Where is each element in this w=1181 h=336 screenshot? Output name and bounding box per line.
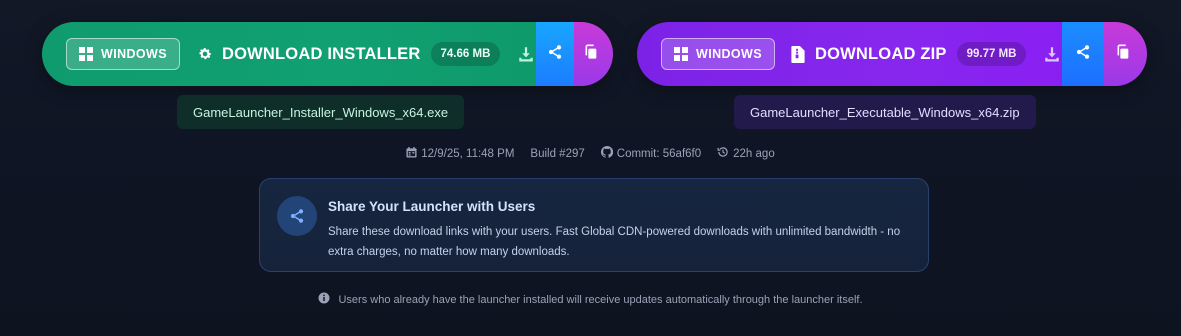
build-number: Build #297 <box>530 146 584 161</box>
share-installer-link-button[interactable] <box>536 22 574 86</box>
history-icon <box>717 146 729 161</box>
copy-installer-link-button[interactable] <box>573 22 613 86</box>
download-zip-label: DOWNLOAD ZIP <box>814 44 947 63</box>
build-meta: 12/9/25, 11:48 PM Build #297 Commit: 56a… <box>0 145 1181 161</box>
auto-update-note: Users who already have the launcher inst… <box>0 292 1181 307</box>
calendar-icon <box>406 146 417 161</box>
copy-icon <box>1115 44 1131 65</box>
share-icon <box>1075 44 1091 65</box>
zip-download-group: WINDOWS DOWNLOAD ZIP 99.77 MB <box>637 22 1147 86</box>
download-installer-button[interactable]: WINDOWS DOWNLOAD INSTALLER 74.66 MB <box>42 22 537 86</box>
installer-filename: GameLauncher_Installer_Windows_x64.exe <box>177 95 465 129</box>
build-age: 22h ago <box>717 146 775 161</box>
build-age-text: 22h ago <box>733 147 775 160</box>
zip-file-icon <box>789 45 807 63</box>
copy-icon <box>583 44 599 65</box>
share-icon <box>547 44 563 65</box>
zip-filename: GameLauncher_Executable_Windows_x64.zip <box>734 95 1036 129</box>
gear-icon <box>196 45 214 63</box>
commit-hash-text: Commit: 56af6f0 <box>616 147 702 160</box>
download-zip-button[interactable]: WINDOWS DOWNLOAD ZIP 99.77 MB <box>637 22 1063 86</box>
build-number-text: Build #297 <box>530 147 585 160</box>
copy-zip-link-button[interactable] <box>1103 22 1147 86</box>
download-icon <box>516 44 536 64</box>
info-icon <box>318 292 330 307</box>
windows-icon <box>674 47 688 61</box>
github-icon <box>600 145 613 161</box>
windows-icon <box>79 47 93 61</box>
zip-size-badge: 99.77 MB <box>956 42 1027 66</box>
build-date-text: 12/9/25, 11:48 PM <box>421 147 515 160</box>
platform-badge-windows: WINDOWS <box>661 38 775 70</box>
installer-download-group: WINDOWS DOWNLOAD INSTALLER 74.66 MB <box>42 22 613 86</box>
share-info-card: Share Your Launcher with Users Share the… <box>259 178 929 272</box>
share-card-body: Share these download links with your use… <box>328 226 901 258</box>
share-card-title: Share Your Launcher with Users <box>328 199 536 214</box>
installer-size-badge: 74.66 MB <box>430 42 501 66</box>
commit-hash: Commit: 56af6f0 <box>600 145 702 161</box>
platform-badge-windows: WINDOWS <box>66 38 180 70</box>
auto-update-note-text: Users who already have the launcher inst… <box>338 293 863 306</box>
share-zip-link-button[interactable] <box>1062 22 1104 86</box>
download-icon <box>1042 44 1062 64</box>
platform-label: WINDOWS <box>696 47 762 61</box>
share-icon <box>277 196 317 236</box>
build-date: 12/9/25, 11:48 PM <box>406 146 514 161</box>
download-installer-label: DOWNLOAD INSTALLER <box>221 44 421 63</box>
platform-label: WINDOWS <box>101 47 167 61</box>
